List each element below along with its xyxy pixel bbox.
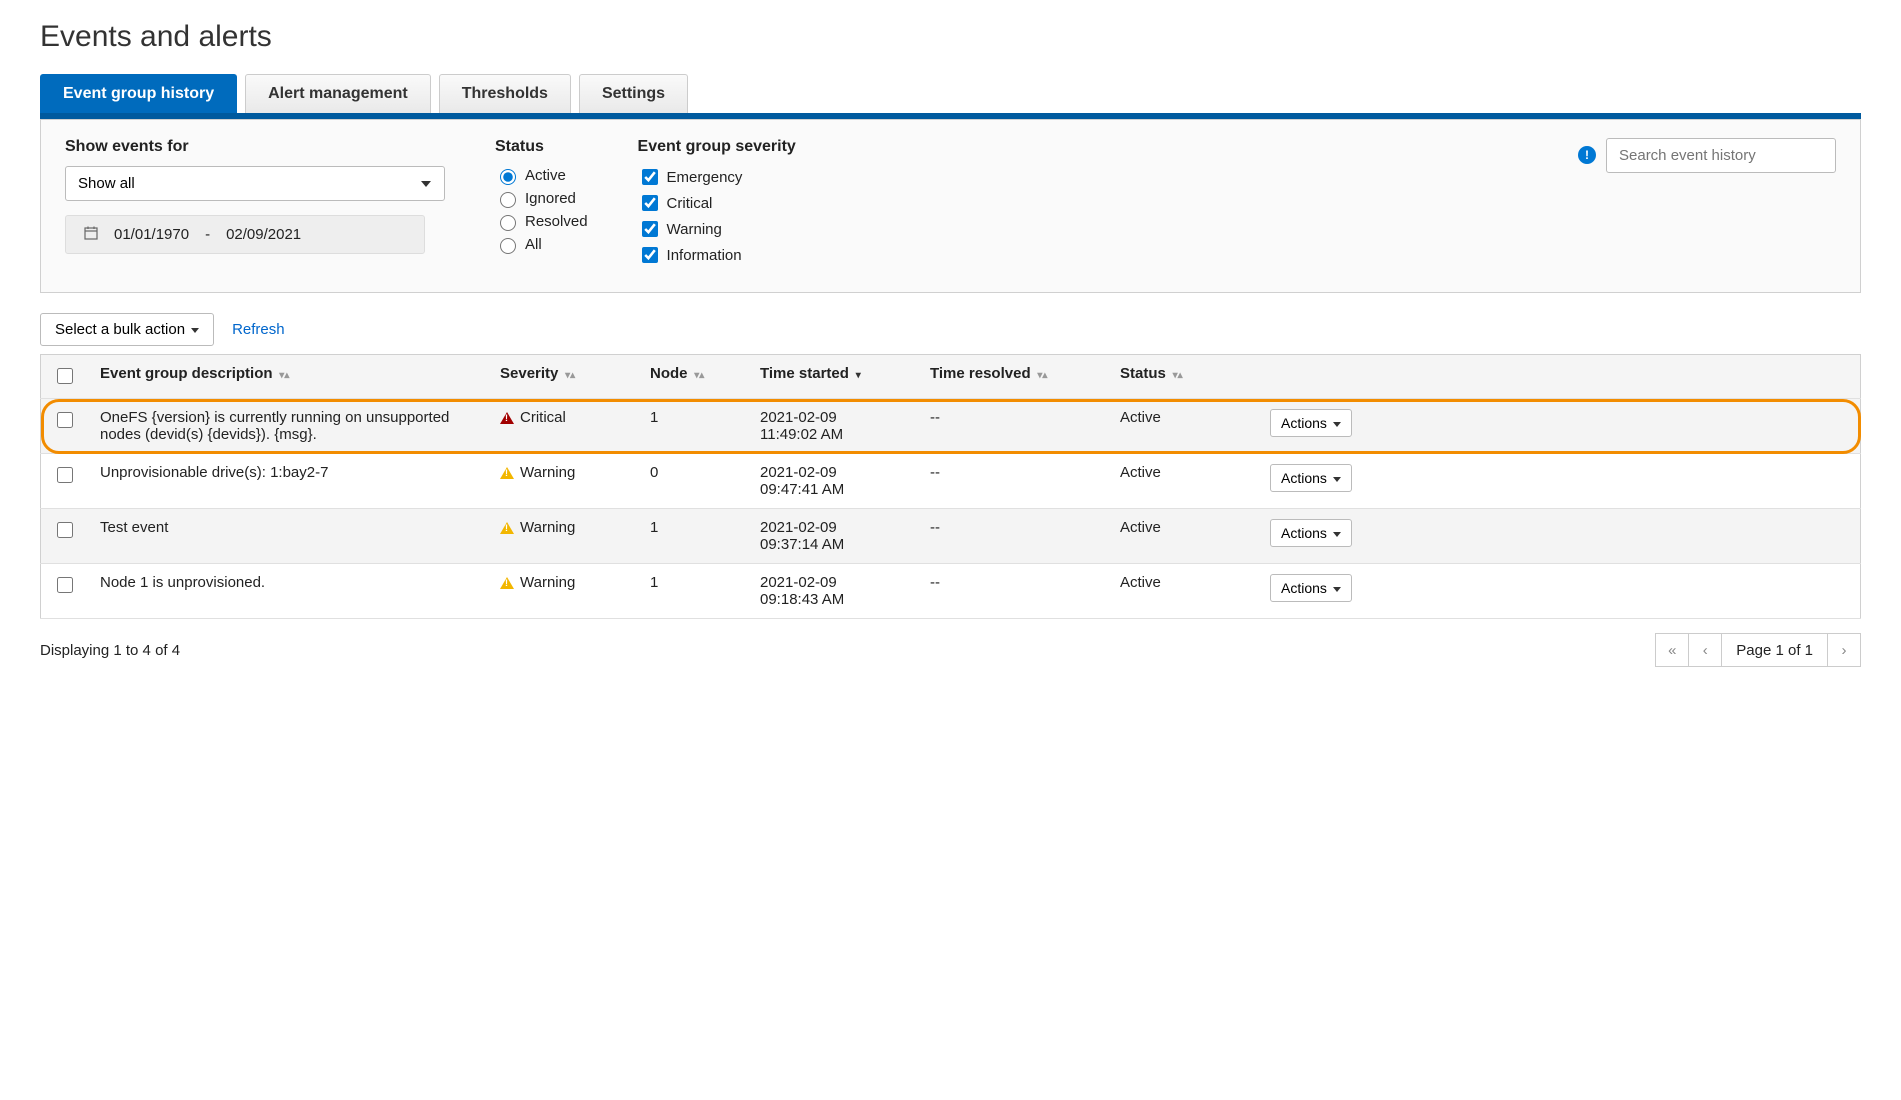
page-title: Events and alerts [40, 20, 1861, 54]
cell-severity: Warning [488, 454, 638, 509]
date-start: 01/01/1970 [114, 226, 189, 243]
table-row: Node 1 is unprovisioned. Warning12021-02… [41, 564, 1861, 619]
col-severity[interactable]: Severity ▾▴ [488, 355, 638, 399]
row-checkbox[interactable] [57, 577, 73, 593]
cell-time-resolved: -- [918, 564, 1108, 619]
table-row: Unprovisionable drive(s): 1:bay2-7 Warni… [41, 454, 1861, 509]
calendar-icon [84, 226, 98, 243]
info-icon[interactable]: ! [1578, 146, 1596, 164]
col-status[interactable]: Status ▾▴ [1108, 355, 1258, 399]
cell-severity: Warning [488, 564, 638, 619]
status-radio-active[interactable]: Active [495, 166, 588, 185]
tab-alert-management[interactable]: Alert management [245, 74, 431, 113]
cell-time-resolved: -- [918, 509, 1108, 564]
warning-icon [500, 577, 514, 589]
status-filter-label: Status [495, 138, 588, 156]
row-actions-button[interactable]: Actions [1270, 464, 1352, 492]
date-range-picker[interactable]: 01/01/1970 - 02/09/2021 [65, 215, 425, 254]
severity-check-emergency[interactable]: Emergency [638, 166, 796, 188]
row-actions-button[interactable]: Actions [1270, 409, 1352, 437]
tab-thresholds[interactable]: Thresholds [439, 74, 571, 113]
col-description[interactable]: Event group description ▾▴ [88, 355, 488, 399]
tab-event-group-history[interactable]: Event group history [40, 74, 237, 113]
status-radio-ignored[interactable]: Ignored [495, 189, 588, 208]
refresh-link[interactable]: Refresh [232, 321, 285, 338]
row-checkbox[interactable] [57, 467, 73, 483]
row-checkbox[interactable] [57, 522, 73, 538]
row-checkbox[interactable] [57, 412, 73, 428]
severity-check-warning[interactable]: Warning [638, 218, 796, 240]
table-row: OneFS {version} is currently running on … [41, 399, 1861, 454]
cell-time-started: 2021-02-0909:18:43 AM [748, 564, 918, 619]
row-actions-button[interactable]: Actions [1270, 574, 1352, 602]
events-table: Event group description ▾▴ Severity ▾▴ N… [40, 354, 1861, 619]
date-end: 02/09/2021 [226, 226, 301, 243]
cell-node: 1 [638, 399, 748, 454]
warning-icon [500, 522, 514, 534]
warning-icon [500, 467, 514, 479]
sort-icon: ▾▴ [277, 370, 290, 381]
pager-label: Page 1 of 1 [1721, 633, 1828, 667]
show-events-label: Show events for [65, 138, 445, 156]
cell-time-resolved: -- [918, 399, 1108, 454]
bulk-action-button[interactable]: Select a bulk action [40, 313, 214, 346]
col-time-resolved[interactable]: Time resolved ▾▴ [918, 355, 1108, 399]
cell-description: Unprovisionable drive(s): 1:bay2-7 [88, 454, 488, 509]
table-row: Test event Warning12021-02-0909:37:14 AM… [41, 509, 1861, 564]
cell-description: Test event [88, 509, 488, 564]
cell-severity: Critical [488, 399, 638, 454]
severity-check-information[interactable]: Information [638, 244, 796, 266]
cell-severity: Warning [488, 509, 638, 564]
pager-prev-button[interactable]: ‹ [1688, 633, 1722, 667]
cell-node: 1 [638, 564, 748, 619]
critical-icon [500, 412, 514, 424]
tab-settings[interactable]: Settings [579, 74, 688, 113]
col-time-started[interactable]: Time started ▾ [748, 355, 918, 399]
cell-time-started: 2021-02-0911:49:02 AM [748, 399, 918, 454]
cell-status: Active [1108, 454, 1258, 509]
pager: « ‹ Page 1 of 1 › [1656, 633, 1861, 667]
table-toolbar: Select a bulk action Refresh [40, 313, 1861, 346]
cell-status: Active [1108, 399, 1258, 454]
sort-icon: ▾▴ [1170, 370, 1183, 381]
row-actions-button[interactable]: Actions [1270, 519, 1352, 547]
pager-first-button[interactable]: « [1655, 633, 1689, 667]
status-radio-resolved[interactable]: Resolved [495, 212, 588, 231]
col-node[interactable]: Node ▾▴ [638, 355, 748, 399]
severity-filter-label: Event group severity [638, 138, 796, 156]
cell-status: Active [1108, 564, 1258, 619]
cell-description: OneFS {version} is currently running on … [88, 399, 488, 454]
sort-icon: ▾▴ [562, 370, 575, 381]
sort-down-icon: ▾ [853, 370, 861, 381]
cell-status: Active [1108, 509, 1258, 564]
cell-node: 1 [638, 509, 748, 564]
filter-panel: Show events for Show all 01/01/1970 - 02… [40, 119, 1861, 293]
date-sep: - [205, 226, 210, 243]
cell-node: 0 [638, 454, 748, 509]
severity-check-critical[interactable]: Critical [638, 192, 796, 214]
cell-time-resolved: -- [918, 454, 1108, 509]
displaying-text: Displaying 1 to 4 of 4 [40, 642, 180, 659]
cell-description: Node 1 is unprovisioned. [88, 564, 488, 619]
tab-bar: Event group history Alert management Thr… [40, 74, 1861, 119]
cell-time-started: 2021-02-0909:37:14 AM [748, 509, 918, 564]
search-input[interactable] [1606, 138, 1836, 173]
cell-time-started: 2021-02-0909:47:41 AM [748, 454, 918, 509]
sort-icon: ▾▴ [1035, 370, 1048, 381]
select-all-checkbox[interactable] [57, 368, 73, 384]
table-footer: Displaying 1 to 4 of 4 « ‹ Page 1 of 1 › [40, 633, 1861, 667]
sort-icon: ▾▴ [692, 370, 705, 381]
pager-next-button[interactable]: › [1827, 633, 1861, 667]
status-radio-all[interactable]: All [495, 235, 588, 254]
show-events-select[interactable]: Show all [65, 166, 445, 201]
